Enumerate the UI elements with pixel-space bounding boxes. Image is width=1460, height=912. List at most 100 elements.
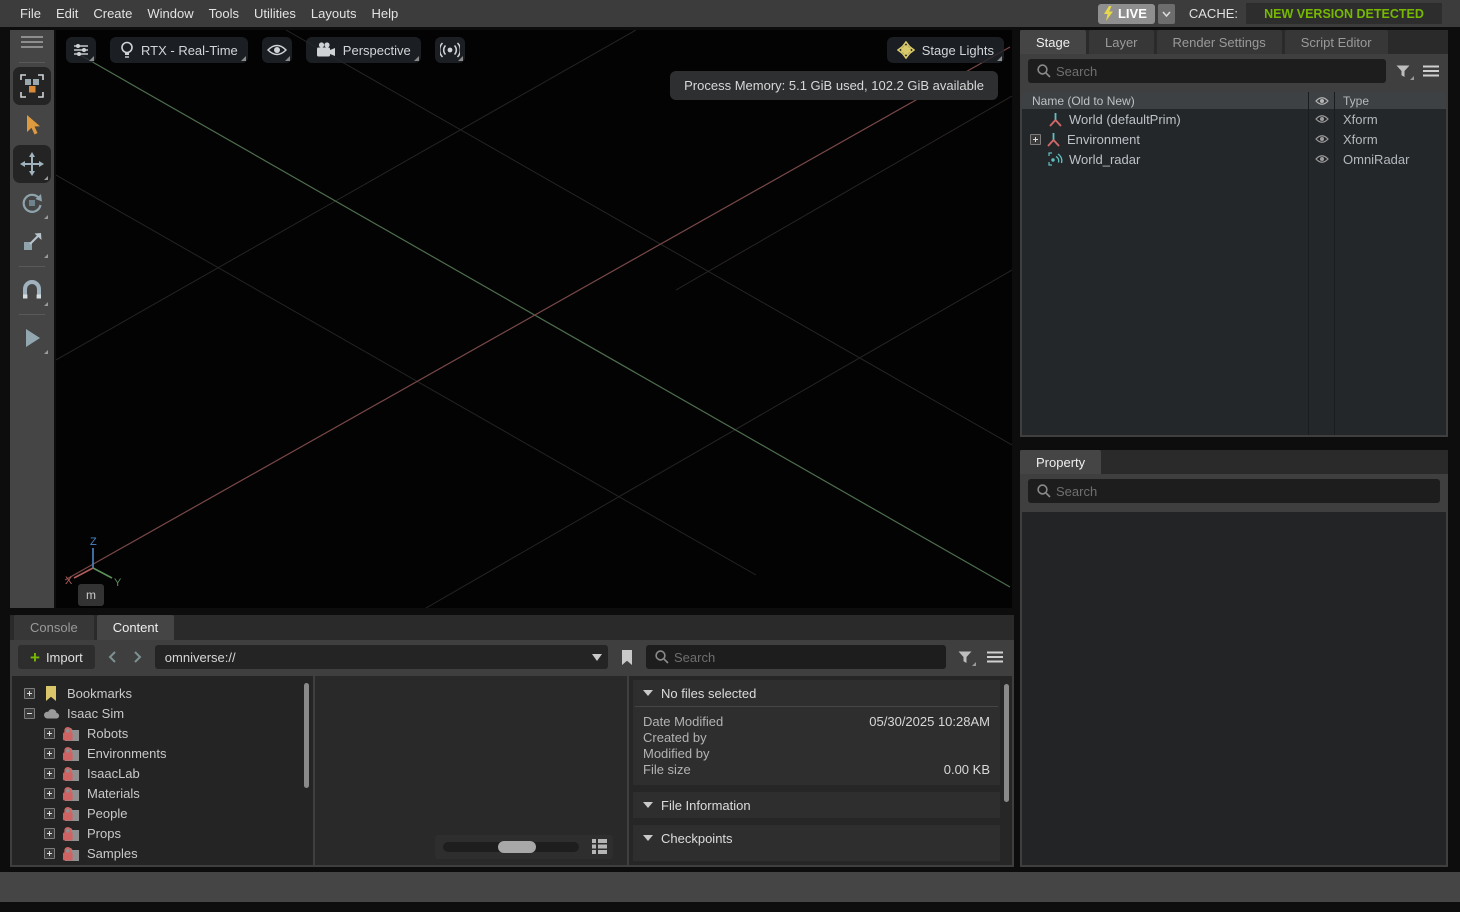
viewport-capture-button[interactable] <box>435 37 465 63</box>
nav-forward-button[interactable] <box>129 645 147 669</box>
tab-stage[interactable]: Stage <box>1020 30 1086 54</box>
stage-row-environment[interactable]: Environment Xform <box>1022 129 1446 149</box>
menu-edit[interactable]: Edit <box>56 6 78 21</box>
field-file-size: File size 0.00 KB <box>643 761 990 777</box>
path-input[interactable] <box>155 650 586 665</box>
grip-lines-icon[interactable] <box>21 36 43 48</box>
stage-tree: Name (Old to New) Type <box>1022 92 1446 435</box>
tab-property[interactable]: Property <box>1020 450 1101 474</box>
viewport-units-badge[interactable]: m <box>78 584 104 606</box>
viewport-visibility-button[interactable] <box>262 37 292 63</box>
tree-item-isaac-sim[interactable]: Isaac Sim <box>12 703 313 723</box>
menu-tools[interactable]: Tools <box>209 6 239 21</box>
rotate-tool[interactable] <box>13 184 51 222</box>
tab-render-settings[interactable]: Render Settings <box>1157 30 1282 54</box>
bookmark-button[interactable] <box>616 645 638 669</box>
expand-icon[interactable] <box>44 768 55 779</box>
stage-filter-button[interactable] <box>1392 59 1414 83</box>
menu-help[interactable]: Help <box>371 6 398 21</box>
stage-lights-button[interactable]: Stage Lights <box>887 37 1004 63</box>
visibility-toggle[interactable] <box>1308 149 1334 169</box>
tab-script-editor[interactable]: Script Editor <box>1285 30 1388 54</box>
snap-tool[interactable] <box>13 271 51 309</box>
hamburger-icon <box>987 651 1003 663</box>
select-prim-tool[interactable] <box>13 67 51 105</box>
menu-utilities[interactable]: Utilities <box>254 6 296 21</box>
expand-icon[interactable] <box>1030 134 1041 145</box>
live-dropdown-button[interactable] <box>1158 4 1175 24</box>
column-name-header[interactable]: Name (Old to New) <box>1022 92 1308 109</box>
thumbnail-size-slider[interactable] <box>443 842 579 852</box>
menu-layouts[interactable]: Layouts <box>311 6 357 21</box>
renderer-button[interactable]: RTX - Real-Time <box>110 37 248 63</box>
expand-icon[interactable] <box>44 808 55 819</box>
column-visibility-header[interactable] <box>1308 92 1334 109</box>
stage-options-button[interactable] <box>1420 59 1442 83</box>
eye-icon <box>1315 154 1329 164</box>
property-search-input[interactable] <box>1028 479 1440 503</box>
hamburger-icon <box>1423 65 1439 77</box>
expand-icon[interactable] <box>44 788 55 799</box>
tab-layer[interactable]: Layer <box>1089 30 1154 54</box>
live-button[interactable]: LIVE <box>1098 4 1155 24</box>
content-options-button[interactable] <box>984 645 1006 669</box>
tree-item-materials[interactable]: Materials <box>12 783 313 803</box>
play-button[interactable] <box>13 319 51 357</box>
move-tool[interactable] <box>13 145 51 183</box>
visibility-toggle[interactable] <box>1308 109 1334 129</box>
menu-file[interactable]: File <box>20 6 41 21</box>
file-information-header[interactable]: File Information <box>633 792 1000 818</box>
content-searchbox <box>646 645 946 669</box>
nav-back-button[interactable] <box>103 645 121 669</box>
menu-create[interactable]: Create <box>93 6 132 21</box>
tree-item-robots[interactable]: Robots <box>12 723 313 743</box>
select-tool[interactable] <box>13 106 51 144</box>
expand-icon[interactable] <box>44 828 55 839</box>
selection-section-header[interactable]: No files selected <box>633 680 1000 706</box>
expand-icon[interactable] <box>24 688 35 699</box>
tab-console[interactable]: Console <box>14 615 94 640</box>
content-file-area[interactable] <box>315 676 627 865</box>
toolbar-divider <box>19 314 45 315</box>
stage-tree-header[interactable]: Name (Old to New) Type <box>1022 92 1446 109</box>
stage-row-world[interactable]: World (defaultPrim) Xform <box>1022 109 1446 129</box>
column-type-header[interactable]: Type <box>1334 92 1446 109</box>
tree-item-environments[interactable]: Environments <box>12 743 313 763</box>
locked-folder-icon <box>62 806 80 821</box>
stage-search-input[interactable] <box>1028 59 1386 83</box>
scale-tool[interactable] <box>13 223 51 261</box>
details-scrollbar[interactable] <box>1004 684 1009 802</box>
sliders-icon <box>72 41 90 59</box>
expand-icon[interactable] <box>44 748 55 759</box>
stage-row-world-radar[interactable]: World_radar OmniRadar <box>1022 149 1446 169</box>
tree-item-props[interactable]: Props <box>12 823 313 843</box>
stage-panel-tabs: Stage Layer Render Settings Script Edito… <box>1020 30 1448 54</box>
import-button[interactable]: + Import <box>18 645 95 669</box>
expand-icon[interactable] <box>44 848 55 859</box>
visibility-toggle[interactable] <box>1308 129 1334 149</box>
property-empty-content <box>1022 512 1446 865</box>
tree-scrollbar[interactable] <box>304 683 309 788</box>
grid-view-button[interactable] <box>591 838 608 855</box>
content-search-input[interactable] <box>646 645 946 669</box>
viewport-settings-button[interactable] <box>66 37 96 63</box>
viewport[interactable]: RTX - Real-Time <box>56 30 1012 608</box>
caret-down-icon <box>643 835 653 841</box>
tab-content[interactable]: Content <box>97 615 175 640</box>
slider-thumb[interactable] <box>498 841 536 853</box>
renderer-button-label: RTX - Real-Time <box>141 43 238 58</box>
menu-window[interactable]: Window <box>147 6 193 21</box>
checkpoints-header[interactable]: Checkpoints <box>633 825 1000 851</box>
locked-folder-icon <box>62 826 80 841</box>
tree-item-isaaclab[interactable]: IsaacLab <box>12 763 313 783</box>
tree-item-samples[interactable]: Samples <box>12 843 313 863</box>
tree-item-bookmarks[interactable]: Bookmarks <box>12 683 313 703</box>
content-filter-button[interactable] <box>954 645 976 669</box>
collapse-icon[interactable] <box>24 708 35 719</box>
property-search-row <box>1020 474 1448 507</box>
isaac-sim-window: File Edit Create Window Tools Utilities … <box>0 0 1460 912</box>
tree-item-people[interactable]: People <box>12 803 313 823</box>
path-dropdown-button[interactable] <box>586 645 608 669</box>
camera-button[interactable]: Perspective <box>306 37 421 63</box>
expand-icon[interactable] <box>44 728 55 739</box>
